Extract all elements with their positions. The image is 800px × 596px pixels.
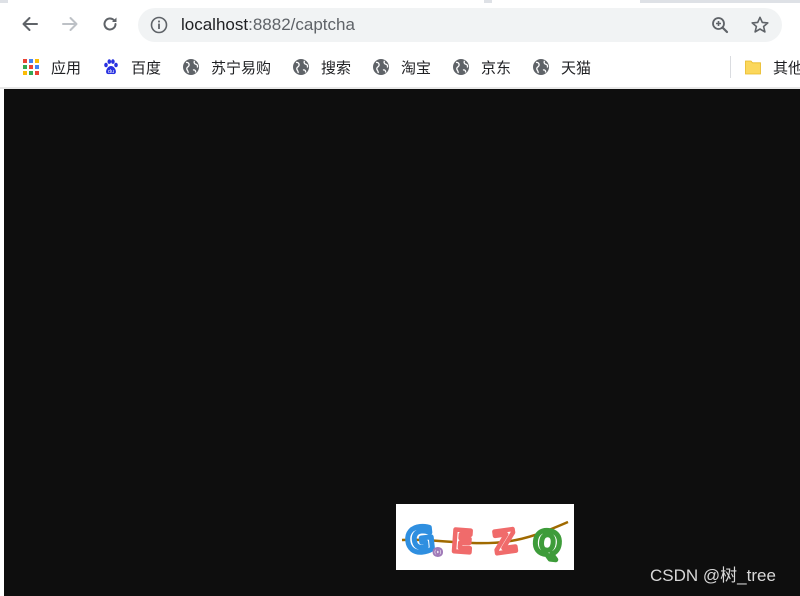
bookmark-label: 淘宝 bbox=[401, 59, 432, 77]
bookmark-taobao[interactable]: 淘宝 bbox=[372, 56, 431, 78]
captcha-char: Z bbox=[492, 524, 518, 562]
bookmarks-divider bbox=[730, 56, 731, 78]
watermark: CSDN @树_tree bbox=[650, 566, 776, 585]
url-text[interactable]: localhost:8882/captcha bbox=[181, 16, 355, 34]
back-button[interactable] bbox=[15, 9, 45, 39]
svg-text:du: du bbox=[108, 69, 114, 75]
page-left-edge bbox=[0, 89, 4, 596]
toolbar-separator bbox=[0, 87, 800, 89]
bookmark-search[interactable]: 搜索 bbox=[292, 56, 351, 78]
bookmark-label: 应用 bbox=[51, 59, 82, 77]
bookmark-apps[interactable]: 应用 bbox=[22, 56, 81, 78]
captcha-char: E bbox=[451, 524, 474, 560]
globe-icon bbox=[373, 59, 389, 75]
star-icon[interactable] bbox=[750, 15, 770, 35]
bookmark-jd[interactable]: 京东 bbox=[452, 56, 511, 78]
apps-grid-icon bbox=[23, 59, 39, 75]
bookmark-label: 其他 bbox=[773, 59, 800, 77]
globe-icon bbox=[183, 59, 199, 75]
folder-icon bbox=[745, 60, 761, 75]
baidu-paw-icon: du bbox=[104, 59, 118, 75]
bookmark-label: 苏宁易购 bbox=[211, 59, 272, 77]
bookmark-label: 京东 bbox=[481, 59, 512, 77]
captcha-char: o bbox=[433, 544, 443, 560]
zoom-in-icon[interactable] bbox=[710, 15, 730, 35]
captcha-graphic: G o E Z Q bbox=[402, 517, 569, 566]
url-path: :8882/captcha bbox=[248, 15, 355, 34]
browser-toolbar: localhost:8882/captcha bbox=[0, 3, 800, 47]
arrow-left-icon bbox=[22, 17, 38, 31]
site-info-icon[interactable] bbox=[150, 16, 168, 34]
forward-button[interactable] bbox=[55, 9, 85, 39]
captcha-char: G bbox=[404, 519, 436, 562]
address-bar[interactable]: localhost:8882/captcha bbox=[138, 8, 782, 42]
bookmark-label: 天猫 bbox=[561, 59, 592, 77]
bookmark-label: 百度 bbox=[131, 59, 162, 77]
reload-icon bbox=[103, 17, 117, 31]
reload-button[interactable] bbox=[95, 9, 125, 39]
browser-chrome: localhost:8882/captcha 应用 du 百度 苏宁易购 搜索 … bbox=[0, 0, 800, 89]
globe-icon bbox=[453, 59, 469, 75]
captcha-char: Q bbox=[532, 523, 563, 564]
bookmark-label: 搜索 bbox=[321, 59, 352, 77]
bookmarks-bar: 应用 du 百度 苏宁易购 搜索 淘宝 京东 天猫 其他 bbox=[0, 47, 800, 87]
globe-icon bbox=[533, 59, 549, 75]
bookmark-other-folder[interactable]: 其他 bbox=[744, 56, 800, 78]
bookmark-tmall[interactable]: 天猫 bbox=[532, 56, 591, 78]
captcha-image[interactable]: G o E Z Q bbox=[396, 504, 574, 570]
bookmark-baidu[interactable]: du 百度 bbox=[102, 56, 161, 78]
url-host: localhost bbox=[181, 15, 249, 34]
bookmark-suning[interactable]: 苏宁易购 bbox=[182, 56, 271, 78]
globe-icon bbox=[293, 59, 309, 75]
arrow-right-icon bbox=[62, 17, 78, 31]
